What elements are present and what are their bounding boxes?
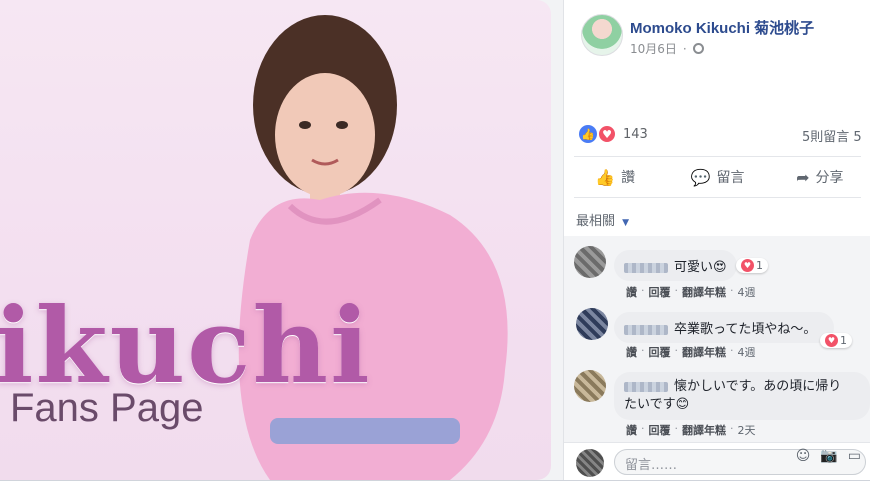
thumbs-up-icon: 👍 [595, 167, 616, 187]
commenter-name[interactable] [624, 262, 668, 273]
comment-reply-button[interactable]: 回覆 [649, 422, 671, 438]
like-button[interactable]: 👍 讚 [564, 160, 666, 194]
divider [574, 197, 861, 198]
commenter-avatar[interactable] [574, 370, 606, 402]
commenter-name[interactable] [624, 381, 668, 392]
like-label: 讚 [621, 170, 636, 186]
sort-label: 最相關 [576, 214, 616, 229]
comment-actions: 讚 · 回覆 · 翻譯年糕 · 4週 [626, 344, 756, 360]
post-image[interactable]: ikuchi Fans Page [0, 0, 551, 480]
post-date[interactable]: 10月6日 [630, 40, 677, 57]
like-icon: 👍 [579, 125, 597, 143]
comment-text: 可愛い😍 [674, 260, 727, 275]
comment-translate-button[interactable]: 翻譯年糕 [682, 284, 726, 300]
comment-reaction[interactable]: ♥ 1 [736, 258, 768, 273]
comment-like-button[interactable]: 讚 [626, 422, 637, 438]
share-button[interactable]: ➦ 分享 [769, 160, 870, 194]
share-arrow-icon: ➦ [796, 167, 810, 187]
post-panel: Momoko Kikuchi 菊池桃子 10月6日 · 👍 ♥ 143 5則留言… [563, 0, 870, 481]
reaction-count: 143 [623, 126, 648, 142]
comment-button[interactable]: 💬 留言 [666, 160, 768, 194]
dot-separator: · [682, 41, 687, 56]
comment-time[interactable]: 2天 [738, 422, 756, 438]
comment-like-button[interactable]: 讚 [626, 344, 637, 360]
banner-subtitle: Fans Page [10, 386, 204, 430]
heart-icon: ♥ [825, 334, 838, 347]
comments-list: 可愛い😍 ♥ 1 讚 · 回覆 · 翻譯年糕 · 4週 卒業歌ってた頃やね〜。 ♥ 1… [564, 236, 870, 442]
heart-icon: ♥ [741, 259, 754, 272]
speech-bubble-icon: 💬 [690, 167, 711, 187]
comment-bubble: 可愛い😍 [614, 250, 737, 281]
globe-icon [692, 43, 704, 54]
comment-translate-button[interactable]: 翻譯年糕 [682, 422, 726, 438]
post-actions: 👍 讚 💬 留言 ➦ 分享 [564, 160, 870, 194]
divider [574, 156, 861, 157]
commenter-name[interactable] [624, 324, 668, 335]
comment-sort-dropdown[interactable]: 最相關 ▼ [576, 210, 629, 229]
current-user-avatar [576, 449, 604, 477]
reaction-summary[interactable]: 👍 ♥ 143 [579, 124, 648, 144]
author-name[interactable]: Momoko Kikuchi 菊池桃子 [630, 17, 814, 38]
share-label: 分享 [815, 170, 844, 186]
emoji-icon[interactable]: ☺ [796, 448, 811, 464]
person-figure [238, 15, 508, 480]
comment-text: 懐かしいです。あの頃に帰り [674, 379, 842, 394]
chevron-down-icon: ▼ [622, 218, 630, 228]
commenter-avatar[interactable] [574, 246, 606, 278]
comment-like-button[interactable]: 讚 [626, 284, 637, 300]
comment-translate-button[interactable]: 翻譯年糕 [682, 344, 726, 360]
author-avatar[interactable] [581, 14, 623, 56]
love-icon: ♥ [597, 124, 617, 144]
post-meta: 10月6日 · [630, 40, 704, 57]
comment-composer: 留言…… ☺ 📷 ▭ [564, 442, 870, 481]
comment-placeholder: 留言…… [625, 458, 678, 473]
comment-time[interactable]: 4週 [738, 344, 756, 360]
commenter-avatar[interactable] [576, 308, 608, 340]
comment-reaction-count: 1 [756, 259, 763, 272]
gif-icon[interactable]: ▭ [848, 448, 861, 464]
comment-reply-button[interactable]: 回覆 [649, 284, 671, 300]
comment-text: 卒業歌ってた頃やね〜。 [674, 322, 817, 337]
composer-icons: ☺ 📷 ▭ [796, 448, 861, 464]
comment-actions: 讚 · 回覆 · 翻譯年糕 · 4週 [626, 284, 756, 300]
comment-bubble: 懐かしいです。あの頃に帰り たいです😊 [614, 372, 870, 420]
comment-actions: 讚 · 回覆 · 翻譯年糕 · 2天 [626, 422, 756, 438]
comment-reply-button[interactable]: 回覆 [649, 344, 671, 360]
comment-reaction-count: 1 [840, 334, 847, 347]
comment-time[interactable]: 4週 [738, 284, 756, 300]
comment-label: 留言 [716, 170, 745, 186]
camera-icon[interactable]: 📷 [820, 448, 837, 464]
comment-count[interactable]: 5則留言 5 [802, 126, 862, 145]
comment-bubble: 卒業歌ってた頃やね〜。 [614, 312, 835, 343]
comment-reaction[interactable]: ♥ 1 [820, 333, 852, 348]
comment-text-cont: たいです😊 [624, 397, 690, 412]
